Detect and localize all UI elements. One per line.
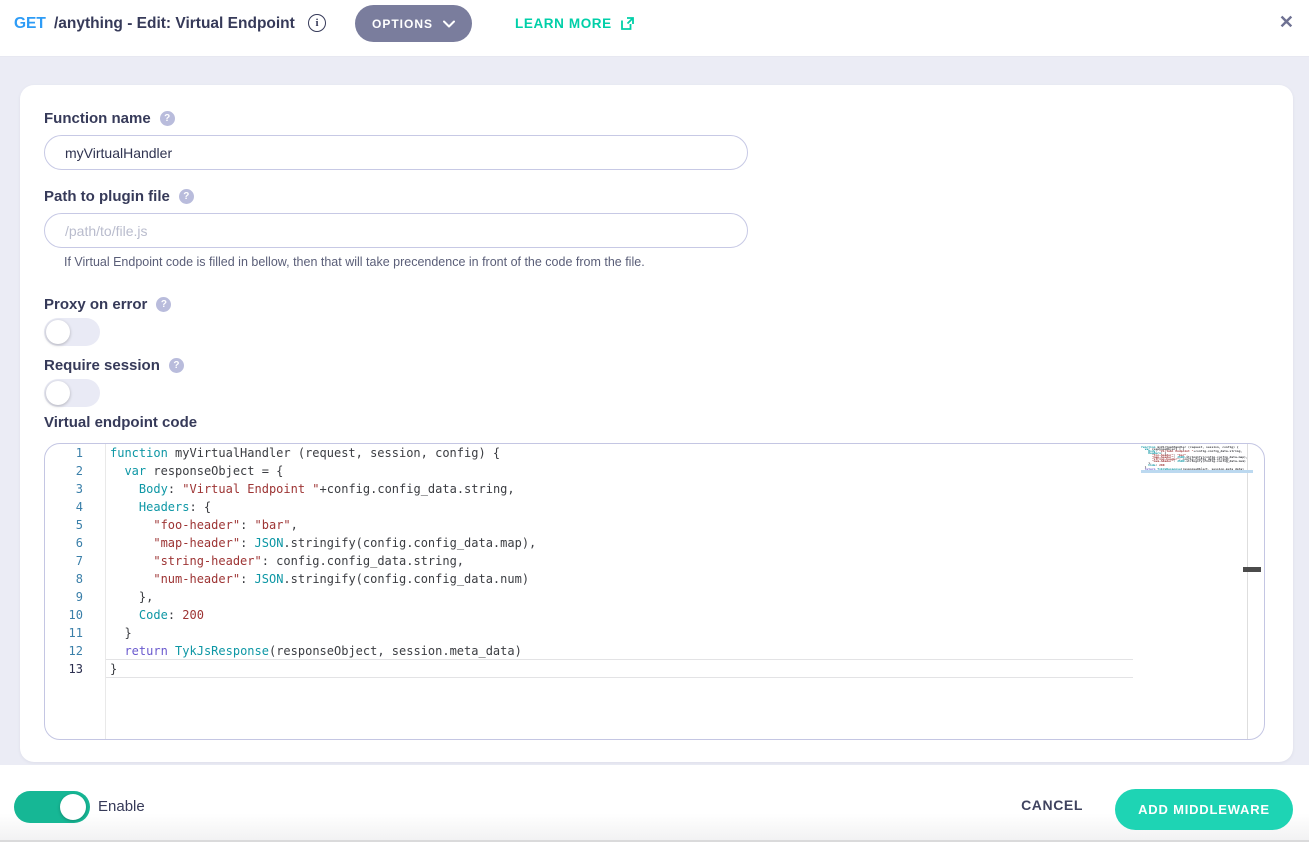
plugin-path-help-icon[interactable]: ? bbox=[179, 189, 194, 204]
add-middleware-button[interactable]: ADD MIDDLEWARE bbox=[1115, 789, 1293, 830]
editor-minimap-content: function myVirtualHandler (request, sess… bbox=[1141, 446, 1253, 472]
enable-toggle[interactable] bbox=[14, 791, 90, 823]
proxy-on-error-label-row: Proxy on error ? bbox=[44, 295, 171, 313]
page-title: /anything - Edit: Virtual Endpoint bbox=[54, 15, 295, 33]
virtual-endpoint-code-label-row: Virtual endpoint code bbox=[44, 413, 197, 431]
require-session-help-icon[interactable]: ? bbox=[169, 358, 184, 373]
enable-label: Enable bbox=[98, 798, 145, 815]
http-method-badge: GET bbox=[14, 15, 46, 33]
require-session-label: Require session bbox=[44, 357, 160, 374]
info-icon[interactable]: i bbox=[308, 14, 326, 32]
proxy-on-error-toggle[interactable] bbox=[44, 318, 100, 346]
middleware-form-card: Function name ? Path to plugin file ? If… bbox=[20, 85, 1293, 762]
minimap-viewport-indicator[interactable] bbox=[1141, 470, 1253, 473]
function-name-help-icon[interactable]: ? bbox=[160, 111, 175, 126]
footer-bar: Enable CANCEL ADD MIDDLEWARE bbox=[0, 765, 1309, 842]
cancel-button[interactable]: CANCEL bbox=[1021, 797, 1083, 813]
function-name-input[interactable] bbox=[44, 135, 748, 170]
editor-code[interactable]: function myVirtualHandler (request, sess… bbox=[110, 444, 1124, 739]
header-bar: GET /anything - Edit: Virtual Endpoint i… bbox=[0, 0, 1309, 57]
function-name-label-row: Function name ? bbox=[44, 109, 175, 127]
main-panel: Function name ? Path to plugin file ? If… bbox=[0, 57, 1309, 765]
learn-more-link[interactable]: LEARN MORE bbox=[515, 16, 635, 31]
editor-minimap[interactable]: function myVirtualHandler (request, sess… bbox=[1141, 446, 1253, 726]
chevron-down-icon bbox=[443, 20, 455, 28]
toggle-knob bbox=[46, 381, 70, 405]
scrollbar-thumb[interactable] bbox=[1243, 567, 1261, 572]
proxy-on-error-help-icon[interactable]: ? bbox=[156, 297, 171, 312]
plugin-path-label-row: Path to plugin file ? bbox=[44, 187, 194, 205]
learn-more-label: LEARN MORE bbox=[515, 16, 612, 31]
function-name-label: Function name bbox=[44, 110, 151, 127]
plugin-path-label: Path to plugin file bbox=[44, 188, 170, 205]
toggle-knob bbox=[60, 794, 86, 820]
editor-gutter: 12345678910111213 bbox=[45, 444, 106, 739]
proxy-on-error-label: Proxy on error bbox=[44, 296, 147, 313]
options-button[interactable]: OPTIONS bbox=[355, 5, 472, 42]
virtual-endpoint-code-label: Virtual endpoint code bbox=[44, 414, 197, 431]
code-editor[interactable]: 12345678910111213 function myVirtualHand… bbox=[44, 443, 1265, 740]
options-button-label: OPTIONS bbox=[372, 17, 433, 31]
plugin-path-input[interactable] bbox=[44, 213, 748, 248]
require-session-toggle[interactable] bbox=[44, 379, 100, 407]
toggle-knob bbox=[46, 320, 70, 344]
close-button[interactable]: ✕ bbox=[1279, 12, 1294, 33]
require-session-label-row: Require session ? bbox=[44, 356, 184, 374]
external-link-icon bbox=[620, 16, 635, 31]
plugin-path-helper-text: If Virtual Endpoint code is filled in be… bbox=[64, 255, 645, 269]
